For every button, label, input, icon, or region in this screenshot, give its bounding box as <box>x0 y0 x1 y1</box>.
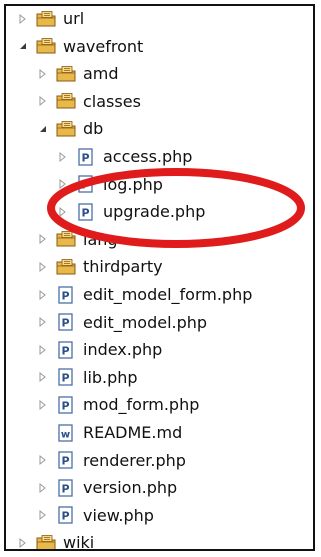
svg-text:P: P <box>81 151 89 164</box>
tree-item-lang[interactable]: lang <box>6 226 313 253</box>
collapse-arrow-icon[interactable] <box>36 370 50 384</box>
svg-text:P: P <box>61 455 69 468</box>
tree-item-label: upgrade.php <box>103 202 206 222</box>
tree-item-thirdparty[interactable]: thirdparty <box>6 253 313 280</box>
tree-item-label: log.php <box>103 174 163 194</box>
php-file-icon: P <box>76 147 96 166</box>
collapse-arrow-icon[interactable] <box>16 12 30 26</box>
file-tree: url wavefront amd classes db Paccess.php Plog.… <box>6 6 313 549</box>
tree-item-upgrade-php[interactable]: Pupgrade.php <box>6 198 313 225</box>
svg-text:P: P <box>61 372 69 385</box>
tree-item-index-php[interactable]: Pindex.php <box>6 336 313 363</box>
collapse-arrow-icon[interactable] <box>36 508 50 522</box>
php-file-icon: P <box>56 313 76 331</box>
php-file-icon: P <box>56 341 76 359</box>
tree-item-classes[interactable]: classes <box>6 88 313 115</box>
svg-text:P: P <box>61 482 69 495</box>
package-folder-icon <box>56 258 76 276</box>
collapse-arrow-icon[interactable] <box>36 343 50 357</box>
tree-item-db[interactable]: db <box>6 115 313 142</box>
tree-item-label: edit_model_form.php <box>83 285 253 304</box>
tree-item-label: edit_model.php <box>83 312 208 332</box>
tree-item-label: README.md <box>83 423 183 442</box>
tree-item-label: access.php <box>103 147 193 166</box>
collapse-arrow-icon[interactable] <box>36 232 50 246</box>
markdown-file-icon: w <box>56 423 76 442</box>
tree-item-view-php[interactable]: Pview.php <box>6 502 313 529</box>
collapse-arrow-icon[interactable] <box>36 398 50 412</box>
tree-item-label: wavefront <box>63 36 144 56</box>
php-file-icon: P <box>56 368 76 386</box>
tree-item-url[interactable]: url <box>6 6 313 32</box>
tree-item-label: amd <box>83 64 119 84</box>
svg-text:P: P <box>61 399 69 412</box>
package-folder-icon <box>36 10 56 28</box>
tree-item-version-php[interactable]: Pversion.php <box>6 474 313 501</box>
collapse-arrow-icon[interactable] <box>56 177 70 191</box>
collapse-arrow-icon[interactable] <box>36 94 50 108</box>
tree-item-label: renderer.php <box>83 450 186 470</box>
tree-item-readme-md[interactable]: w README.md <box>6 419 313 446</box>
tree-item-label: lib.php <box>83 367 138 387</box>
tree-item-label: index.php <box>83 340 163 360</box>
collapse-arrow-icon[interactable] <box>56 150 70 164</box>
tree-item-renderer-php[interactable]: Prenderer.php <box>6 447 313 474</box>
package-folder-icon <box>56 230 76 248</box>
tree-item-label: wiki <box>63 533 95 551</box>
collapse-arrow-icon[interactable] <box>36 481 50 495</box>
tree-item-edit-model-form-php[interactable]: Pedit_model_form.php <box>6 281 313 308</box>
tree-item-log-php[interactable]: Plog.php <box>6 171 313 198</box>
collapse-arrow-icon[interactable] <box>36 67 50 81</box>
tree-item-label: view.php <box>83 505 154 525</box>
collapse-arrow-icon[interactable] <box>36 260 50 274</box>
tree-item-lib-php[interactable]: Plib.php <box>6 364 313 391</box>
tree-item-wavefront[interactable]: wavefront <box>6 33 313 60</box>
svg-text:P: P <box>61 510 69 523</box>
tree-item-wiki[interactable]: wiki <box>6 529 313 551</box>
tree-item-mod-form-php[interactable]: Pmod_form.php <box>6 391 313 418</box>
php-file-icon: P <box>56 506 76 524</box>
tree-item-label: lang <box>83 229 118 249</box>
php-file-icon: P <box>56 451 76 469</box>
svg-text:P: P <box>61 344 69 357</box>
svg-text:w: w <box>61 429 70 440</box>
collapse-arrow-icon[interactable] <box>56 205 70 219</box>
collapse-arrow-icon[interactable] <box>36 315 50 329</box>
collapse-arrow-icon[interactable] <box>16 536 30 549</box>
tree-item-access-php[interactable]: Paccess.php <box>6 143 313 170</box>
tree-item-label: url <box>63 9 85 28</box>
package-folder-icon <box>36 534 56 549</box>
project-explorer-panel: url wavefront amd classes db Paccess.php Plog.… <box>4 4 315 551</box>
php-file-icon: P <box>56 479 76 497</box>
svg-text:P: P <box>61 289 69 302</box>
expand-arrow-icon[interactable] <box>16 39 30 53</box>
tree-item-label: db <box>83 119 104 139</box>
tree-item-label: classes <box>83 91 141 111</box>
svg-text:P: P <box>81 179 89 192</box>
svg-text:P: P <box>81 206 89 219</box>
package-folder-icon <box>36 37 56 55</box>
package-folder-icon <box>56 92 76 110</box>
php-file-icon: P <box>76 203 96 221</box>
collapse-arrow-icon[interactable] <box>36 288 50 302</box>
tree-item-label: version.php <box>83 478 178 498</box>
package-folder-icon <box>56 65 76 83</box>
expand-arrow-icon[interactable] <box>36 122 50 136</box>
tree-item-label: mod_form.php <box>83 395 200 415</box>
php-file-icon: P <box>76 175 96 193</box>
php-file-icon: P <box>56 396 76 414</box>
tree-item-amd[interactable]: amd <box>6 60 313 87</box>
collapse-arrow-icon[interactable] <box>36 453 50 467</box>
package-folder-icon <box>56 120 76 138</box>
tree-item-label: thirdparty <box>83 257 163 277</box>
tree-item-edit-model-php[interactable]: Pedit_model.php <box>6 309 313 336</box>
svg-text:P: P <box>61 317 69 330</box>
empty-toggle <box>36 426 50 440</box>
php-file-icon: P <box>56 285 76 304</box>
